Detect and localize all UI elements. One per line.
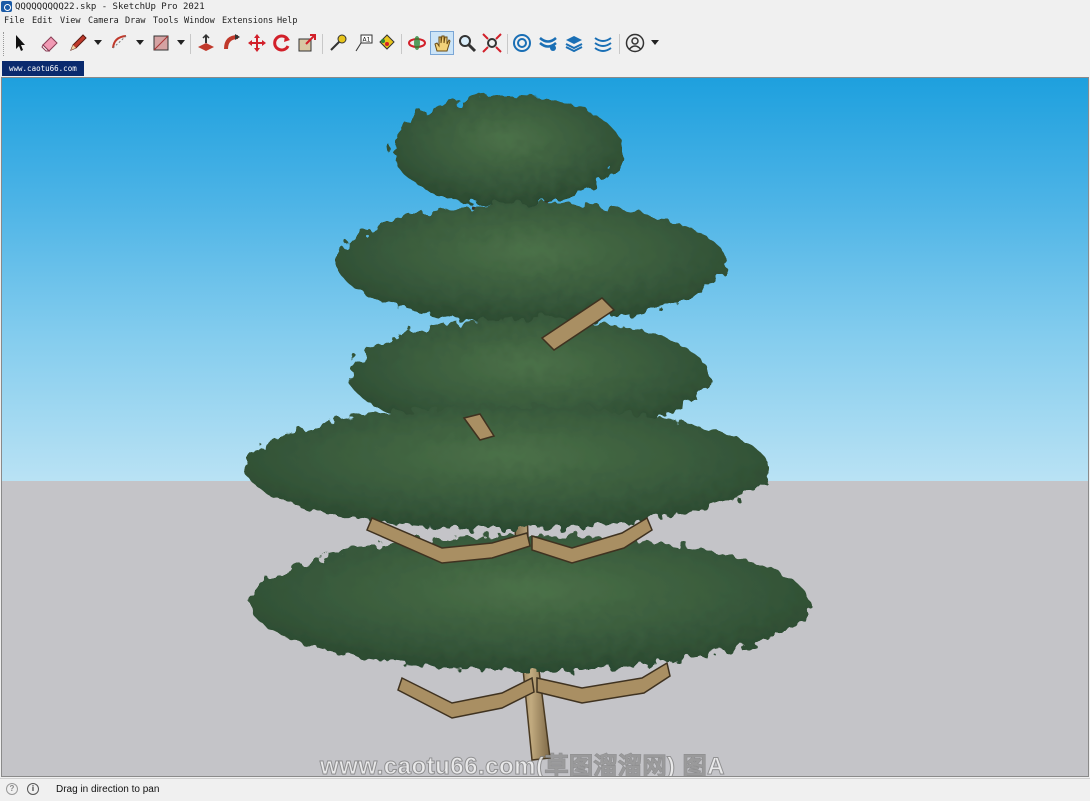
- menu-view[interactable]: View: [60, 14, 80, 28]
- menu-help[interactable]: Help: [277, 14, 297, 28]
- follow-me-tool-button[interactable]: [220, 31, 244, 55]
- follow-me-icon: [224, 34, 240, 50]
- rectangle-tool-button[interactable]: [149, 31, 173, 55]
- paint-bucket-tool-button[interactable]: [374, 31, 398, 55]
- extension-warehouse-icon: [539, 37, 557, 51]
- window-title: QQQQQQQQQ22.skp - SketchUp Pro 2021: [15, 2, 205, 12]
- account-dropdown[interactable]: [651, 40, 659, 45]
- text-tool-button[interactable]: A1: [351, 31, 375, 55]
- watermark-text: www.caotu66.com(草图溜溜网) 图A: [320, 753, 725, 777]
- account-button[interactable]: [623, 31, 647, 55]
- scale-tool-button[interactable]: [295, 31, 319, 55]
- zoom-icon: [459, 35, 477, 53]
- scene-tab[interactable]: www.caotu66.com: [2, 61, 84, 76]
- status-bar: ? i Drag in direction to pan: [0, 778, 1090, 801]
- move-icon: [248, 34, 266, 52]
- title-bar: QQQQQQQQQ22.skp - SketchUp Pro 2021: [0, 0, 1090, 14]
- eraser-tool-button[interactable]: [38, 31, 62, 55]
- extension-warehouse-button[interactable]: [536, 31, 560, 55]
- arc-tool-dropdown[interactable]: [136, 40, 144, 45]
- sketchup-app-icon: [1, 1, 12, 12]
- large-toolset-toolbar: A1: [0, 28, 1090, 61]
- arrow-cursor-icon: [16, 35, 25, 51]
- menu-tools[interactable]: Tools: [153, 14, 179, 28]
- zoom-extents-tool-button[interactable]: [480, 31, 504, 55]
- menu-camera[interactable]: Camera: [88, 14, 119, 28]
- menu-extensions[interactable]: Extensions: [222, 14, 273, 28]
- menu-file[interactable]: File: [4, 14, 24, 28]
- scale-icon: [298, 34, 316, 52]
- toolbar-grip[interactable]: [3, 32, 6, 56]
- tape-measure-icon: [330, 34, 347, 51]
- zoom-tool-button[interactable]: [455, 31, 479, 55]
- scene-tabs: www.caotu66.com: [0, 60, 1090, 76]
- line-tool-dropdown[interactable]: [94, 40, 102, 45]
- arc-icon: [112, 35, 127, 49]
- push-pull-tool-button[interactable]: [194, 31, 218, 55]
- menu-draw[interactable]: Draw: [125, 14, 145, 28]
- geo-location-icon[interactable]: ?: [6, 783, 18, 795]
- rectangle-icon: [153, 35, 169, 51]
- arc-tool-button[interactable]: [108, 31, 132, 55]
- rectangle-tool-dropdown[interactable]: [177, 40, 185, 45]
- eraser-icon: [41, 36, 58, 52]
- layout-send-button[interactable]: [562, 31, 586, 55]
- status-text: Drag in direction to pan: [56, 784, 160, 795]
- extension-manager-icon: [594, 37, 612, 52]
- line-tool-button[interactable]: [66, 31, 90, 55]
- layers-icon: [565, 36, 583, 53]
- menu-edit[interactable]: Edit: [32, 14, 52, 28]
- info-icon[interactable]: i: [27, 783, 39, 795]
- user-icon: [625, 33, 645, 53]
- toolbar-separator: [507, 34, 508, 54]
- toolbar-separator: [190, 34, 191, 54]
- rotate-icon: [273, 34, 290, 52]
- text-icon: A1: [355, 34, 373, 52]
- rotate-tool-button[interactable]: [270, 31, 294, 55]
- menu-window[interactable]: Window: [184, 14, 215, 28]
- move-tool-button[interactable]: [245, 31, 269, 55]
- drawing-viewport[interactable]: www.caotu66.com(草图溜溜网) 图A: [1, 77, 1089, 777]
- select-tool-button[interactable]: [8, 31, 32, 55]
- push-pull-icon: [198, 33, 214, 51]
- extension-manager-button[interactable]: [591, 31, 615, 55]
- pencil-icon: [70, 34, 87, 51]
- toolbar-separator: [322, 34, 323, 54]
- tape-measure-tool-button[interactable]: [326, 31, 350, 55]
- menu-bar: File Edit View Camera Draw Tools Window …: [0, 14, 1090, 28]
- 3d-warehouse-button[interactable]: [510, 31, 534, 55]
- zoom-extents-icon: [482, 33, 502, 53]
- svg-text:A1: A1: [363, 37, 371, 44]
- toolbar-separator: [619, 34, 620, 54]
- toolbar-separator: [401, 34, 402, 54]
- hand-icon: [434, 35, 451, 52]
- paint-bucket-icon: [379, 34, 395, 50]
- warehouse-icon: [513, 34, 531, 52]
- orbit-tool-button[interactable]: [405, 31, 429, 55]
- pine-tree-model: [245, 95, 809, 761]
- pan-tool-button[interactable]: [430, 31, 454, 55]
- orbit-icon: [408, 36, 426, 50]
